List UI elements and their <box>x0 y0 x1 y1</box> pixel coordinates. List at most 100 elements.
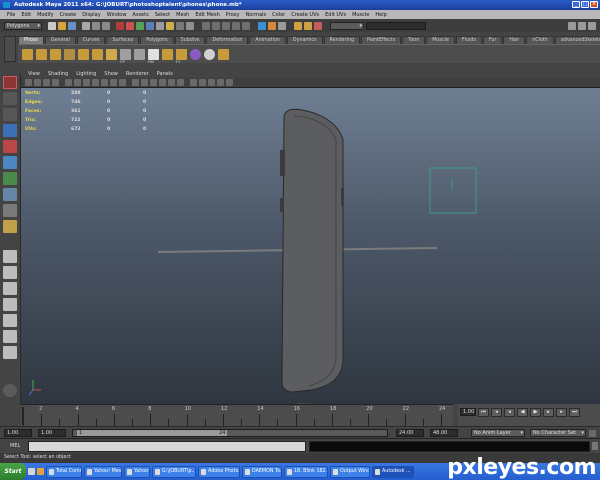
taskbar-button[interactable]: G:\JOBURT\p... <box>152 465 196 478</box>
universal-manip-icon[interactable] <box>3 172 17 185</box>
go-to-start-button[interactable]: ⏮ <box>478 408 489 417</box>
snap-view-plane-icon[interactable] <box>232 21 240 30</box>
shelf-tab-deformation[interactable]: Deformation <box>206 36 249 44</box>
shelf-tab-fur[interactable]: Fur <box>482 36 503 44</box>
shelf-tab-subdivs[interactable]: Subdivs <box>174 36 206 44</box>
channel-box-toggle-icon[interactable] <box>588 21 596 30</box>
attribute-editor-toggle-icon[interactable] <box>568 21 576 30</box>
save-scene-icon[interactable] <box>68 21 76 30</box>
gate-mask-icon[interactable] <box>92 79 99 86</box>
use-all-lights-icon[interactable] <box>168 79 175 86</box>
menu-window[interactable]: Window <box>104 12 130 18</box>
shelf-tab-fluids[interactable]: Fluids <box>455 36 482 44</box>
menu-file[interactable]: File <box>4 12 18 18</box>
taskbar-button[interactable]: Yahoo! Mess... <box>84 465 122 478</box>
shelf-tool-icon[interactable]: F1 <box>176 48 187 64</box>
quicklaunch-icon[interactable] <box>37 468 44 475</box>
menu-select[interactable]: Select <box>152 12 173 18</box>
start-time-field[interactable]: 1.00 <box>4 429 32 437</box>
shelf-tool-icon[interactable] <box>134 48 145 60</box>
open-scene-icon[interactable] <box>58 21 66 30</box>
maximize-button[interactable]: □ <box>581 1 589 8</box>
menu-normals[interactable]: Normals <box>242 12 269 18</box>
output-history-icon[interactable] <box>268 21 276 30</box>
phone-model[interactable] <box>281 108 344 393</box>
taskbar-button[interactable]: Adobe Photo... <box>198 465 240 478</box>
rotate-tool-icon[interactable] <box>3 140 17 153</box>
menu-set-dropdown[interactable]: Polygons <box>4 21 42 30</box>
last-tool-icon[interactable] <box>3 220 17 233</box>
film-gate-icon[interactable] <box>74 79 81 86</box>
input-line-field[interactable] <box>366 21 426 30</box>
current-frame-field[interactable]: 1.00 <box>460 408 476 416</box>
current-time-marker[interactable] <box>22 407 24 425</box>
shelf-tool-icon[interactable] <box>78 48 89 60</box>
shelf-tab-muscle[interactable]: Muscle <box>426 36 455 44</box>
time-slider[interactable]: 2 4 6 8 10 12 14 16 18 20 22 24 <box>21 404 453 426</box>
camera-attributes-icon[interactable] <box>34 79 41 86</box>
shelf-tool-icon[interactable] <box>106 48 117 60</box>
menu-proxy[interactable]: Proxy <box>223 12 243 18</box>
panel-menu-panels[interactable]: Panels <box>153 71 177 77</box>
taskbar-button[interactable]: Output Window <box>330 465 370 478</box>
taskbar-button[interactable]: Yahoo! <box>124 465 150 478</box>
shelf-tab-surfaces[interactable]: Surfaces <box>106 36 140 44</box>
shelf-tab-advancedskeleton[interactable]: advancedSkeleton <box>554 36 600 44</box>
resolution-gate-icon[interactable] <box>83 79 90 86</box>
close-button[interactable]: × <box>590 1 598 8</box>
high-quality-icon[interactable] <box>217 79 224 86</box>
select-curves-icon[interactable] <box>146 21 154 30</box>
input-history-icon[interactable] <box>258 21 266 30</box>
snap-curve-icon[interactable] <box>212 21 220 30</box>
safe-title-icon[interactable] <box>119 79 126 86</box>
taskbar-button[interactable]: DAEMON To... <box>242 465 282 478</box>
taskbar-button[interactable]: Total Comma... <box>46 465 82 478</box>
select-deformations-icon[interactable] <box>166 21 174 30</box>
panel-menu-lighting[interactable]: Lighting <box>72 71 100 77</box>
start-button[interactable]: Start <box>0 463 26 480</box>
shelf-tool-icon[interactable] <box>218 48 229 60</box>
taskbar-button[interactable]: 18. Blink 182... <box>284 465 328 478</box>
shelf-menu-icon[interactable] <box>4 36 16 62</box>
playback-start-field[interactable]: 1.00 <box>38 429 66 437</box>
select-component-icon[interactable] <box>102 21 110 30</box>
select-hierarchy-icon[interactable] <box>82 21 90 30</box>
hypershade-layout-icon[interactable] <box>3 314 17 327</box>
step-forward-key-button[interactable]: ▸ <box>556 408 567 417</box>
graph-editor-layout-icon[interactable] <box>3 346 17 359</box>
shelf-tab-hair[interactable]: Hair <box>503 36 526 44</box>
single-perspective-layout-icon[interactable] <box>3 250 17 263</box>
playback-end-field[interactable]: 24.00 <box>396 429 424 437</box>
panel-menu-shading[interactable]: Shading <box>44 71 72 77</box>
menu-color[interactable]: Color <box>269 12 288 18</box>
shelf-tool-icon[interactable] <box>204 48 215 60</box>
isolate-select-icon[interactable] <box>208 79 215 86</box>
shelf-tool-icon[interactable] <box>92 48 103 60</box>
custom-layout-icon[interactable] <box>3 384 17 397</box>
select-joints-icon[interactable] <box>136 21 144 30</box>
auto-key-icon[interactable] <box>589 430 596 437</box>
grid-toggle-icon[interactable] <box>65 79 72 86</box>
new-scene-icon[interactable] <box>48 21 56 30</box>
shelf-tab-curves[interactable]: Curves <box>76 36 106 44</box>
shelf-tool-icon[interactable] <box>64 48 75 60</box>
step-forward-frame-button[interactable]: ▸ <box>543 408 554 417</box>
menu-assets[interactable]: Assets <box>129 12 151 18</box>
shelf-tool-icon[interactable] <box>36 48 47 60</box>
quicklaunch-icon[interactable] <box>28 468 35 475</box>
shelf-tab-painteffects[interactable]: PaintEffects <box>361 36 402 44</box>
menu-create[interactable]: Create <box>57 12 80 18</box>
construction-history-icon[interactable] <box>278 21 286 30</box>
minimize-button[interactable]: _ <box>572 1 580 8</box>
step-back-key-button[interactable]: ◂ <box>491 408 502 417</box>
shelf-tab-polygons[interactable]: Polygons <box>140 36 174 44</box>
select-surfaces-icon[interactable] <box>156 21 164 30</box>
move-tool-icon[interactable] <box>3 124 17 137</box>
shelf-tab-rendering[interactable]: Rendering <box>323 36 361 44</box>
soft-mod-tool-icon[interactable] <box>3 188 17 201</box>
select-tool-icon[interactable] <box>3 76 17 89</box>
perspective-viewport[interactable]: persp Verts:28800Edges:74600Faces:36100T… <box>21 88 600 404</box>
menu-edit[interactable]: Edit <box>18 12 34 18</box>
shelf-tool-icon[interactable] <box>162 48 173 60</box>
select-handles-icon[interactable] <box>126 21 134 30</box>
